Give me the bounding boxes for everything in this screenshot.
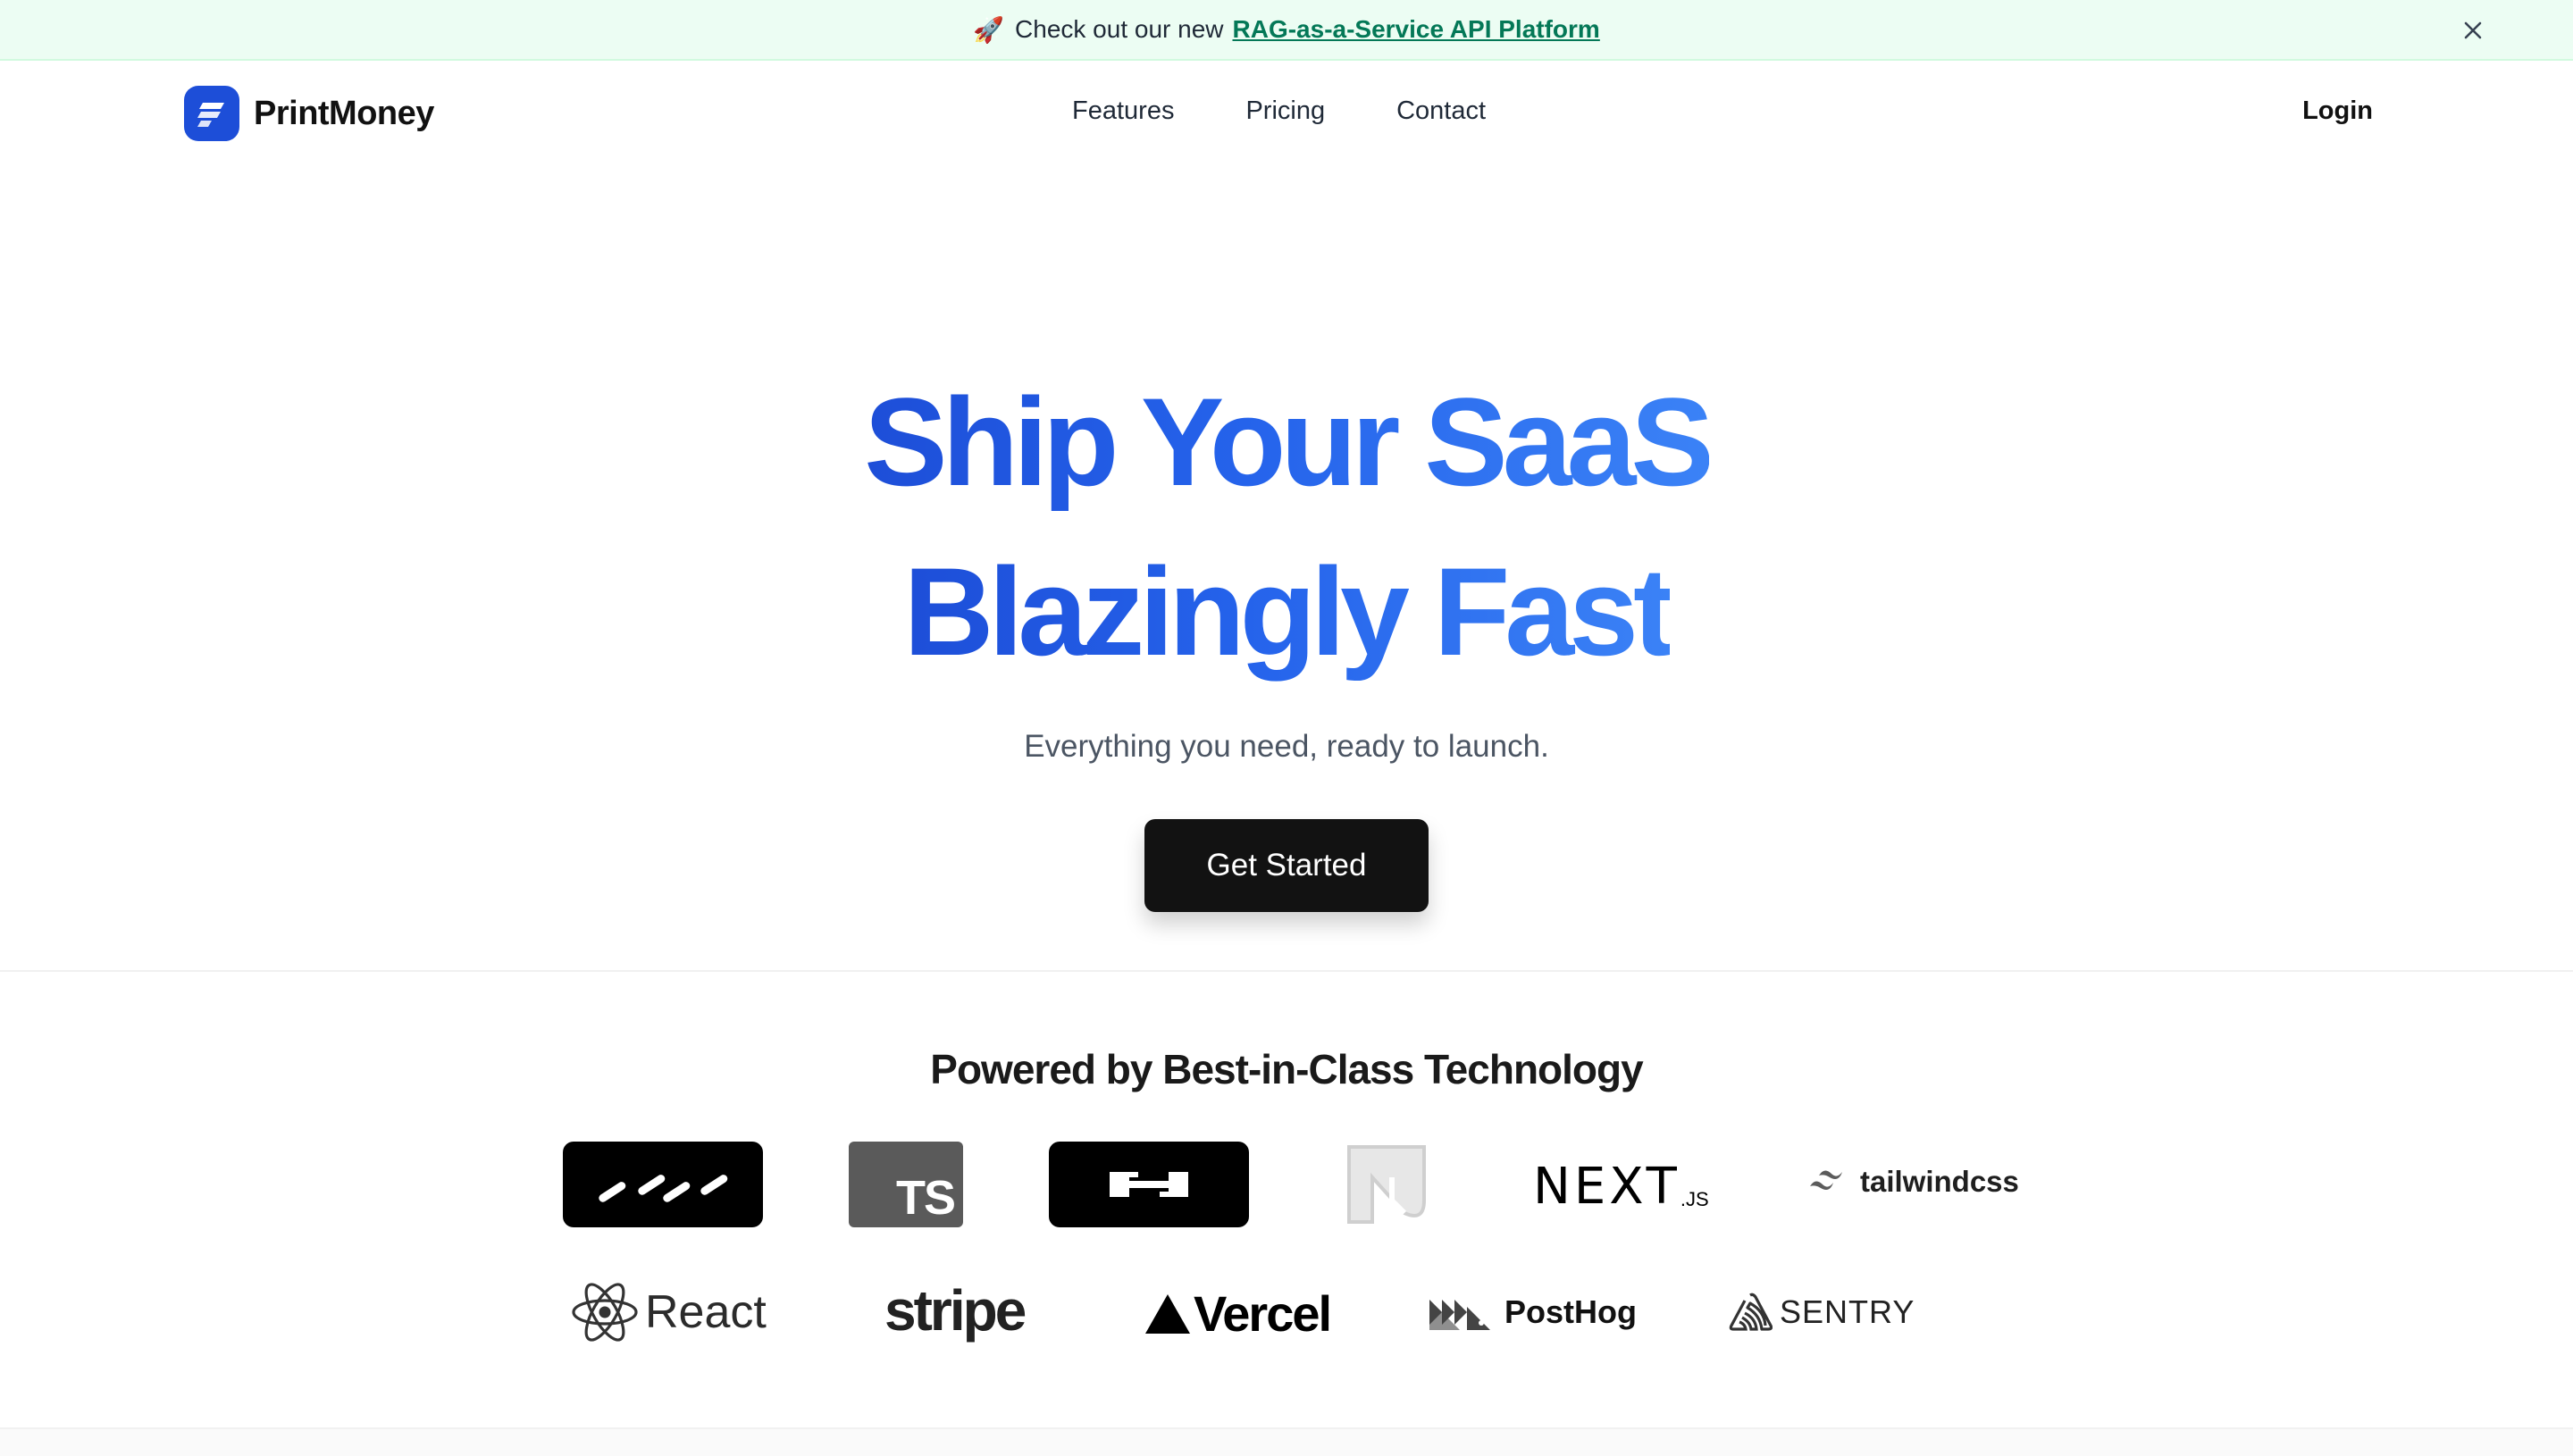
section-divider-bottom	[0, 1427, 2573, 1456]
typescript-logo-text: TS	[895, 1171, 956, 1225]
tailwindcss-logo-icon: tailwindcss	[1808, 1165, 2019, 1199]
react-logo-text: React	[645, 1286, 767, 1338]
sentry-logo-text: SENTRY	[1780, 1293, 1915, 1330]
react-logo-icon: React	[570, 1279, 767, 1345]
announcement-text: Check out our new	[1015, 15, 1224, 43]
login-link[interactable]: Login	[2302, 96, 2373, 126]
nextjs-logo-text: NEXT	[1533, 1158, 1680, 1216]
nav-features[interactable]: Features	[1072, 96, 1174, 126]
close-icon[interactable]	[2455, 13, 2491, 48]
stripe-logo-icon: stripe	[884, 1277, 1027, 1343]
hero-title-line1: Ship Your SaaS	[864, 357, 1714, 527]
stripe-logo-text: stripe	[884, 1278, 1027, 1343]
brand-link[interactable]: PrintMoney	[184, 86, 434, 141]
hero-title: Ship Your SaaS Blazingly Fast	[0, 357, 2573, 697]
nextjs-logo-suffix: .JS	[1680, 1187, 1709, 1210]
hero-subtitle: Everything you need, ready to launch.	[1024, 729, 1549, 764]
posthog-logo-icon: PostHog	[1429, 1293, 1637, 1331]
sentry-logo-icon: SENTRY	[1728, 1292, 1915, 1333]
nav-pricing[interactable]: Pricing	[1245, 96, 1325, 126]
get-started-button[interactable]: Get Started	[1144, 819, 1429, 912]
tech-logos-row-2: React stripe Vercel PostHog SENTRY	[0, 1274, 2573, 1354]
nextjs-logo-icon: NEXT .JS	[1533, 1158, 1709, 1216]
tech-heading: Powered by Best-in-Class Technology	[930, 1046, 1643, 1092]
main-nav: Features Pricing Contact	[1072, 96, 1486, 126]
rocket-icon: 🚀	[973, 15, 1005, 44]
posthog-logo-text: PostHog	[1504, 1293, 1637, 1330]
site-header: PrintMoney Features Pricing Contact Logi…	[0, 63, 2573, 164]
vercel-logo-icon: Vercel	[1144, 1284, 1332, 1343]
section-divider	[0, 970, 2573, 972]
typescript-logo-icon: TS	[849, 1142, 963, 1227]
tech-logos-row-1: TS NEXT .JS tailwindcss	[0, 1142, 2573, 1229]
hono-logo-icon	[1049, 1142, 1249, 1227]
announcement-bar: 🚀 Check out our new RAG-as-a-Service API…	[0, 0, 2573, 61]
tailwindcss-logo-text: tailwindcss	[1860, 1165, 2019, 1198]
announcement-link[interactable]: RAG-as-a-Service API Platform	[1233, 15, 1600, 44]
vercel-logo-text: Vercel	[1194, 1285, 1332, 1342]
brand-logo-icon	[184, 86, 239, 141]
hero-title-line2: Blazingly Fast	[903, 527, 1674, 697]
nav-contact[interactable]: Contact	[1396, 96, 1486, 126]
drizzle-logo-icon	[563, 1142, 763, 1227]
brand-name: PrintMoney	[254, 94, 434, 132]
neon-logo-icon	[1340, 1142, 1433, 1227]
